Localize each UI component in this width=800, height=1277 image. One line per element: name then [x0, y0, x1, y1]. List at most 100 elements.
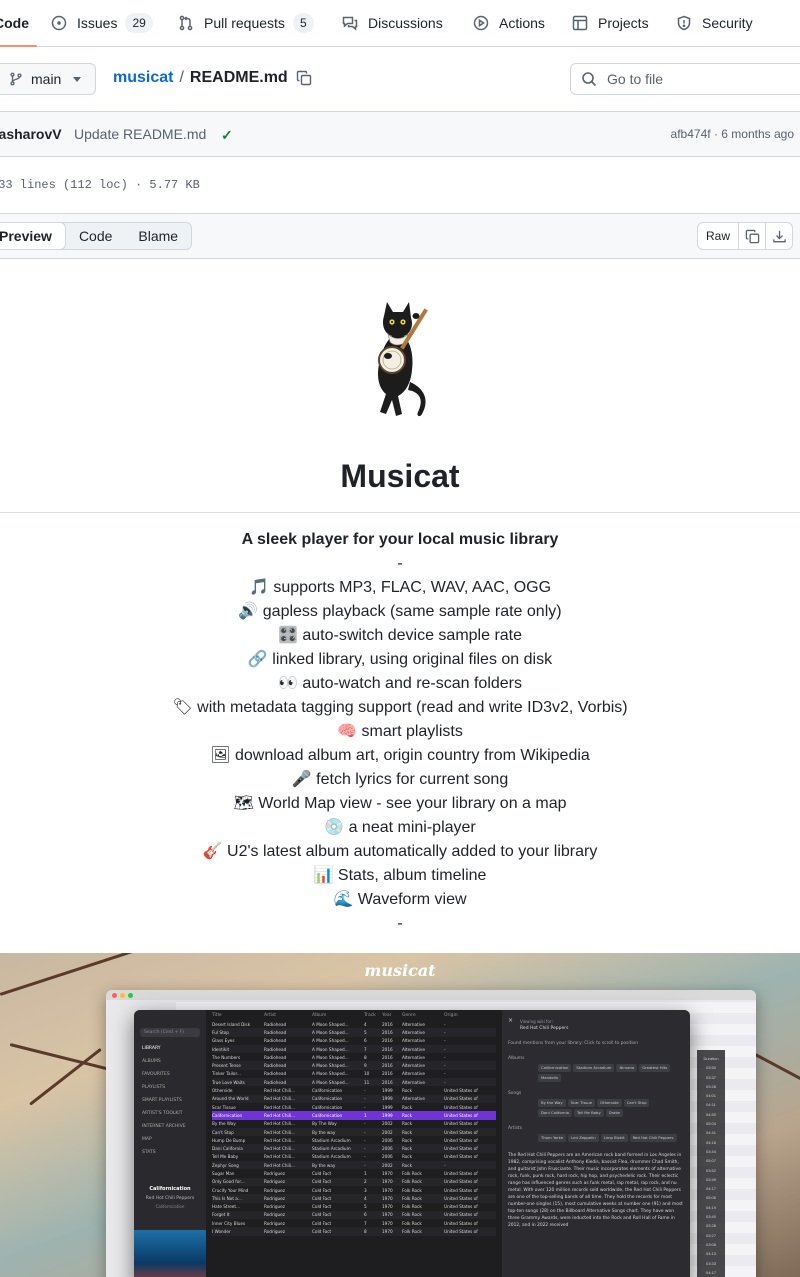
track-row[interactable]: By the Way Red Hot Chili... By The Way - 200…: [212, 1120, 496, 1128]
track-row[interactable]: Tinker Tailor... Radiohead A Moon Shaped..…: [212, 1070, 496, 1078]
track-row[interactable]: Can't Stop Red Hot Chili... By the way - 200…: [212, 1127, 496, 1137]
blame-button[interactable]: Blame: [125, 223, 191, 249]
mention-chip[interactable]: Led Zeppelin: [568, 1134, 599, 1142]
breadcrumb-repo-link[interactable]: musicat: [113, 69, 173, 87]
track-row[interactable]: Present Tense Radiohead A Moon Shaped... 9 2…: [212, 1061, 496, 1070]
tab-discussions-label: Discussions: [368, 15, 443, 31]
app-sidebar-item[interactable]: SMART PLAYLISTS: [134, 1095, 206, 1108]
raw-button[interactable]: Raw: [698, 223, 738, 249]
track-row[interactable]: Scar Tissue Red Hot Chili... Californicati…: [212, 1103, 496, 1111]
mention-chip[interactable]: By the Way: [538, 1099, 566, 1107]
track-column-header[interactable]: Album: [312, 1013, 364, 1020]
mention-chip[interactable]: Can't Stop: [623, 1099, 650, 1107]
app-sidebar-item[interactable]: INTERNET ARCHIVE: [134, 1121, 206, 1134]
track-row[interactable]: I Wonder Rodriguez Cold Fact 8 1970 Folk Rock…: [212, 1227, 496, 1236]
tab-code[interactable]: Code: [0, 0, 37, 47]
track-cell: 6: [364, 1038, 367, 1044]
mention-chip[interactable]: Dani California: [538, 1109, 572, 1117]
track-row[interactable]: Hump De Bump Red Hot Chili... Stadium Arca…: [212, 1136, 496, 1144]
track-row[interactable]: Identikit Radiohead A Moon Shaped... 7 2016 A…: [212, 1044, 496, 1054]
track-cell: Folk Rock: [402, 1229, 422, 1235]
copy-path-button[interactable]: [296, 70, 314, 88]
track-row[interactable]: Tell Me Baby Red Hot Chili... Stadium Arca…: [212, 1153, 496, 1161]
download-button[interactable]: [765, 223, 792, 249]
track-column-header[interactable]: Title: [212, 1013, 264, 1020]
mention-chip[interactable]: Nirvana: [616, 1064, 638, 1072]
copy-raw-button[interactable]: [738, 223, 765, 249]
track-cell: Radiohead: [264, 1063, 287, 1069]
artist-bio: The Red Hot Chili Peppers are an America…: [508, 1153, 683, 1228]
app-sidebar-item[interactable]: ARTIST'S TOOLKIT: [134, 1108, 206, 1121]
mention-chip[interactable]: Limp Bizkit: [600, 1134, 628, 1142]
track-row[interactable]: Zephyr Song Red Hot Chili... By the way - 20…: [212, 1161, 496, 1170]
tab-discussions[interactable]: Discussions: [342, 0, 443, 46]
track-row[interactable]: Sugar Man Rodriguez Cold Fact 1 1970 Folk Roc…: [212, 1169, 496, 1177]
mention-chip[interactable]: Scar Tissue: [567, 1099, 596, 1107]
track-row[interactable]: Otherside Red Hot Chili... Californication…: [212, 1086, 496, 1094]
track-cell: United States of: [444, 1129, 478, 1135]
track-row[interactable]: Californication Red Hot Chili... Californi…: [212, 1111, 496, 1120]
repo-nav: Code Issues 29 Pull requests 5 Discussio…: [0, 0, 800, 47]
track-cell: Stadium Arcadium: [312, 1146, 351, 1152]
track-row[interactable]: Forget It Rodriguez Cold Fact 6 1970 Folk Roc…: [212, 1210, 496, 1220]
track-cell: 2002: [382, 1121, 393, 1127]
track-row[interactable]: Crucify Your Mind Rodriguez Cold Fact 3 1970…: [212, 1186, 496, 1194]
app-sidebar-item[interactable]: ALBUMS: [134, 1056, 206, 1069]
check-icon[interactable]: ✓: [221, 127, 233, 144]
track-row[interactable]: Inner City Blues Rodriguez Cold Fact 7 1970 F…: [212, 1219, 496, 1227]
issue-icon: [51, 15, 67, 31]
track-cell: By the way: [312, 1162, 336, 1168]
track-row[interactable]: Only Good for... Rodriguez Cold Fact 2 1970 F…: [212, 1177, 496, 1186]
mention-chip[interactable]: Thom Yorke: [538, 1134, 567, 1142]
tab-actions[interactable]: Actions: [473, 0, 545, 46]
app-sidebar-item[interactable]: LIBRARY: [134, 1043, 206, 1056]
track-cell: Californication: [312, 1096, 343, 1102]
tab-issues[interactable]: Issues 29: [51, 0, 153, 46]
feature-item: 🏷 with metadata tagging support (read an…: [172, 699, 628, 716]
tab-projects[interactable]: Projects: [572, 0, 649, 46]
track-row[interactable]: Glass Eyes Radiohead A Moon Shaped... 6 2016…: [212, 1037, 496, 1045]
mention-chip[interactable]: Greatest Hits: [639, 1064, 671, 1072]
track-column-header[interactable]: Artist: [264, 1013, 312, 1020]
app-sidebar-item[interactable]: FAVOURITES: [134, 1069, 206, 1082]
track-row[interactable]: Desert Island Disk Radiohead A Moon Shaped…: [212, 1020, 496, 1028]
track-cell: Cold Fact: [312, 1195, 332, 1201]
commit-message[interactable]: Update README.md: [74, 126, 206, 142]
track-row[interactable]: Hate Street... Rodriguez Cold Fact 5 1970 Fol…: [212, 1203, 496, 1211]
track-column-header[interactable]: Genre: [402, 1013, 444, 1020]
mention-chip[interactable]: Stadium Arcadium: [573, 1064, 615, 1072]
track-row[interactable]: True Love Waits Radiohead A Moon Shaped...…: [212, 1078, 496, 1087]
go-to-file-input[interactable]: Go to file: [570, 63, 800, 95]
tab-security[interactable]: Security: [676, 0, 753, 46]
track-column-header[interactable]: Track: [364, 1013, 382, 1020]
mention-chip[interactable]: Drake: [605, 1109, 623, 1117]
feature-item: 🎸 U2's latest album automatically added …: [202, 843, 598, 860]
app-sidebar-item[interactable]: PLAYLISTS: [134, 1082, 206, 1095]
track-cell: 2016: [382, 1054, 393, 1060]
tab-pull-requests[interactable]: Pull requests 5: [178, 0, 314, 46]
app-sidebar-item[interactable]: STATS: [134, 1147, 206, 1160]
shield-icon: [677, 15, 691, 31]
commit-meta: afb474f · 6 months ago: [671, 127, 794, 141]
track-row[interactable]: The Numbers Radiohead A Moon Shaped... 8 201…: [212, 1053, 496, 1061]
track-column-header[interactable]: Origin: [444, 1013, 492, 1020]
track-row[interactable]: Ful Stop Radiohead A Moon Shaped... 5 2016 Al…: [212, 1028, 496, 1037]
track-row[interactable]: Around the World Red Hot Chili... Californ…: [212, 1094, 496, 1103]
mention-chip[interactable]: Otherside: [597, 1099, 622, 1107]
mention-chip[interactable]: Mandolin: [538, 1074, 562, 1082]
mention-chip[interactable]: Californication: [538, 1064, 572, 1072]
track-column-header[interactable]: Year: [382, 1013, 402, 1020]
app-search-input[interactable]: Search (Cmd + F): [140, 1028, 200, 1037]
play-icon: [473, 15, 489, 31]
mention-chip[interactable]: Tell Me Baby: [573, 1109, 604, 1117]
app-sidebar-item[interactable]: MAP: [134, 1134, 206, 1147]
commit-sha[interactable]: afb474f: [671, 127, 711, 141]
preview-button[interactable]: Preview: [0, 223, 66, 249]
branch-selector[interactable]: main: [0, 63, 96, 95]
track-row[interactable]: Dani California Red Hot Chili... Stadium A…: [212, 1144, 496, 1153]
mention-chip[interactable]: Red Hot Chili Peppers: [629, 1134, 677, 1142]
commit-author[interactable]: basharovV: [0, 126, 62, 142]
track-row[interactable]: This Is Not a... Rodriguez Cold Fact 4 1970 F…: [212, 1194, 496, 1203]
close-icon[interactable]: ×: [508, 1017, 513, 1024]
code-button[interactable]: Code: [66, 223, 125, 249]
